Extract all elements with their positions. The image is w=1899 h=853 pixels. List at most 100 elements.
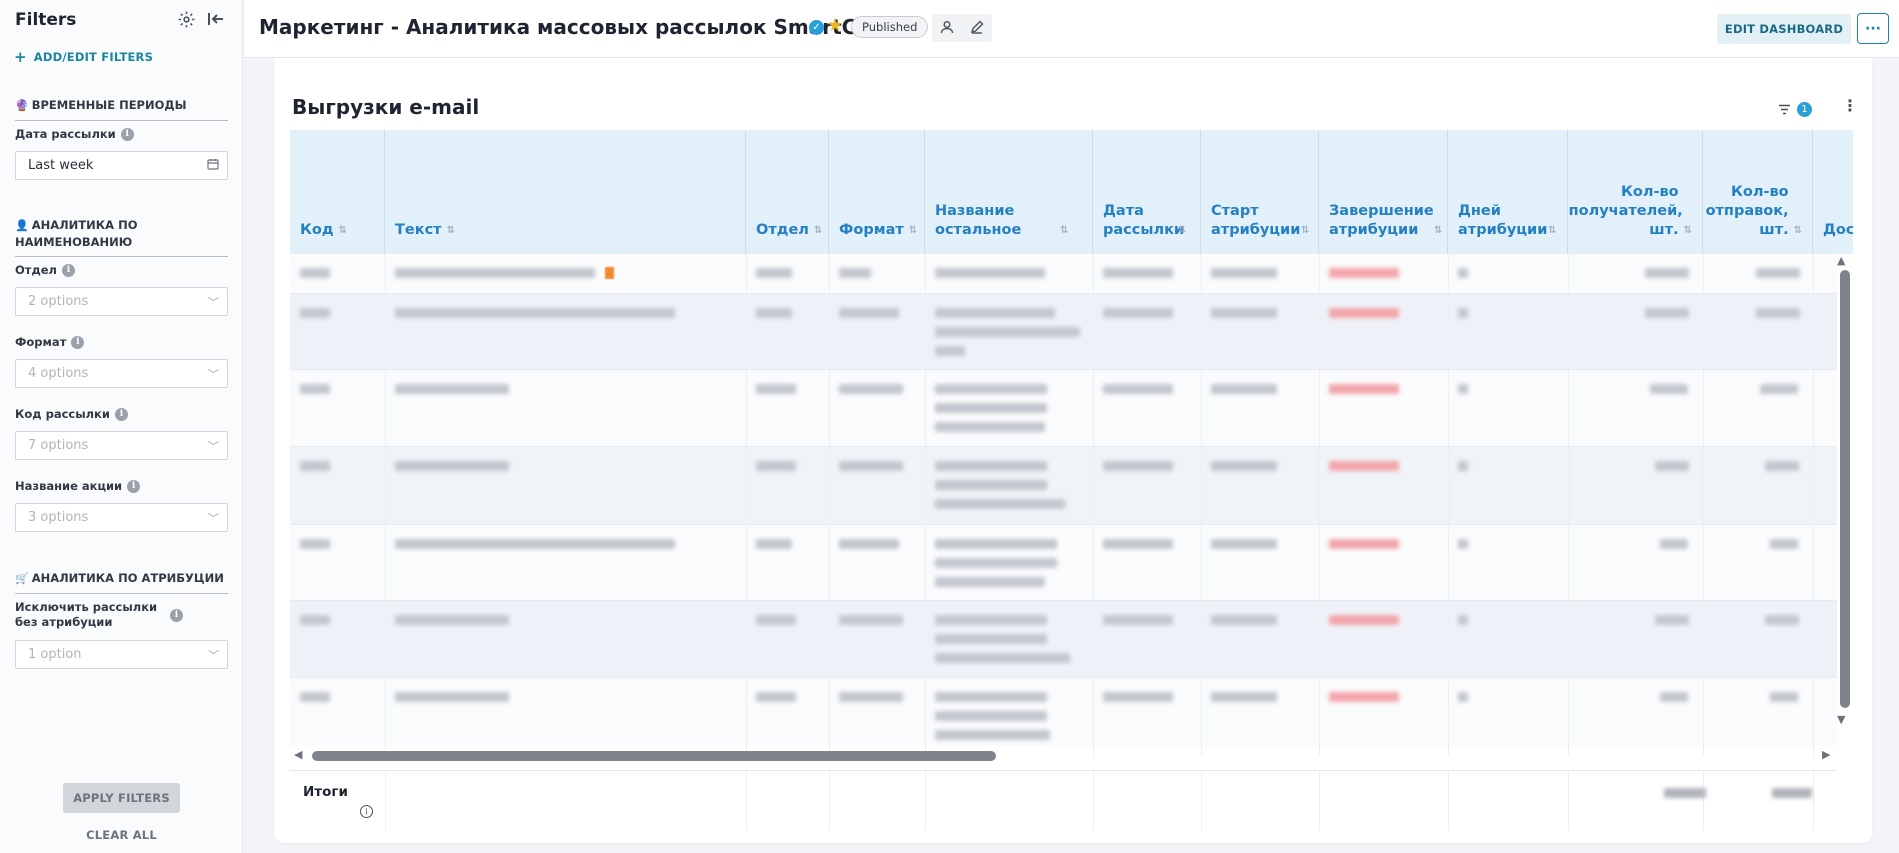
table-cell — [935, 384, 1047, 441]
table-cell — [1329, 308, 1399, 327]
table-cell — [1211, 615, 1277, 634]
table-cell — [395, 539, 675, 558]
info-icon[interactable]: i — [120, 128, 134, 141]
scroll-down-arrow-icon[interactable]: ▼ — [1837, 713, 1845, 726]
table-row[interactable] — [290, 370, 1837, 447]
table-cell — [935, 615, 1070, 672]
filter-label-text: Название акции — [15, 479, 123, 493]
section-time-periods: 🔮 ВРЕМЕННЫЕ ПЕРИОДЫ — [15, 97, 228, 121]
table-cell — [1458, 308, 1468, 327]
format-select[interactable]: 4 options ﹀ — [15, 359, 228, 388]
table-cell — [1103, 384, 1173, 403]
column-header[interactable]: Отдел ⇅ — [746, 130, 829, 254]
table-cell — [395, 615, 509, 634]
gear-icon[interactable] — [175, 8, 197, 30]
table-cell — [1770, 692, 1798, 711]
favorite-star-icon[interactable]: ★ — [827, 15, 843, 36]
edit-dashboard-button[interactable]: EDIT DASHBOARD — [1717, 14, 1851, 44]
sort-icon: ⇅ — [813, 225, 823, 236]
column-header[interactable]: Старт атрибуции ⇅ — [1201, 130, 1319, 254]
table-cell — [756, 461, 796, 480]
table-cell — [756, 539, 792, 558]
table-body — [290, 254, 1837, 746]
pencil-icon[interactable] — [970, 19, 984, 38]
table-cell — [300, 461, 330, 480]
column-header[interactable]: Дост — [1813, 130, 1853, 254]
info-icon[interactable]: i — [360, 805, 373, 818]
filter-label-text: Код рассылки — [15, 407, 110, 421]
mailing-code-select-value: 7 options — [28, 438, 89, 453]
promo-name-select-value: 3 options — [28, 510, 89, 525]
table-row[interactable] — [290, 601, 1837, 678]
chart-card: Выгрузки e-mail 1 ⋮ Код ⇅ Текст ⇅ Отдел ⇅ Ф… — [274, 58, 1872, 843]
sidebar-title: Filters — [15, 10, 77, 30]
filter-count-badge: 1 — [1797, 102, 1812, 117]
column-header[interactable]: Формат ⇅ — [829, 130, 925, 254]
add-edit-filters-button[interactable]: + ADD/EDIT FILTERS — [14, 48, 153, 66]
column-header[interactable]: Текст ⇅ — [385, 130, 746, 254]
table-cell — [1329, 384, 1399, 403]
table-cell — [935, 692, 1050, 746]
vertical-scrollbar[interactable] — [1840, 270, 1850, 708]
table-row[interactable] — [290, 447, 1837, 525]
department-select[interactable]: 2 options ﹀ — [15, 287, 228, 316]
info-icon[interactable]: i — [71, 336, 85, 349]
table-cell — [839, 692, 903, 711]
scroll-left-arrow-icon[interactable]: ◀ — [294, 748, 302, 761]
column-header-label: Формат — [839, 222, 904, 238]
table-cell — [1458, 268, 1468, 287]
table-cell — [300, 692, 330, 711]
table-cell — [1103, 461, 1173, 480]
table-cell — [1458, 384, 1468, 403]
table-row[interactable] — [290, 254, 1837, 294]
sort-icon: ⇅ — [1301, 225, 1310, 236]
exclude-no-attribution-select[interactable]: 1 option ﹀ — [15, 640, 228, 669]
table-row[interactable] — [290, 525, 1837, 601]
mailing-code-select[interactable]: 7 options ﹀ — [15, 431, 228, 460]
column-header[interactable]: Дата рассылки ⇅ — [1093, 130, 1201, 254]
column-header[interactable]: Кол-во отправок, шт. ⇅ — [1703, 130, 1813, 254]
data-table: Код ⇅ Текст ⇅ Отдел ⇅ Формат ⇅ Название оста… — [290, 130, 1853, 756]
column-header[interactable]: Код ⇅ — [290, 130, 385, 254]
column-header-label: Кол-во получателей, шт. — [1568, 184, 1683, 238]
table-cell — [1645, 308, 1689, 327]
filter-label-promo-name: Название акции i — [15, 479, 141, 494]
table-cell — [935, 268, 1045, 287]
column-header-label: Старт атрибуции — [1211, 203, 1301, 238]
info-icon[interactable]: i — [127, 480, 141, 493]
info-icon[interactable]: i — [114, 408, 128, 421]
column-header[interactable]: Кол-во получателей, шт. ⇅ — [1568, 130, 1703, 254]
column-header[interactable]: Завершение атрибуции ⇅ — [1319, 130, 1448, 254]
filter-label-department: Отдел i — [15, 263, 75, 278]
section-analytics-by-name: 👤 АНАЛИТИКА ПО НАИМЕНОВАНИЮ — [15, 217, 228, 257]
info-icon[interactable]: i — [61, 264, 75, 277]
collapse-sidebar-icon[interactable] — [205, 8, 227, 30]
clear-all-button[interactable]: CLEAR ALL — [63, 828, 180, 842]
table-row[interactable] — [290, 678, 1837, 746]
table-cell — [1329, 539, 1399, 558]
table-cell — [300, 308, 330, 327]
dashboard-header: Маркетинг - Аналитика массовых рассылок … — [244, 0, 1899, 58]
scroll-right-arrow-icon[interactable]: ▶ — [1822, 748, 1830, 761]
applied-filters-indicator[interactable]: 1 — [1778, 100, 1812, 119]
horizontal-scrollbar[interactable] — [312, 751, 996, 761]
scroll-up-arrow-icon[interactable]: ▲ — [1837, 254, 1845, 267]
table-cell — [1211, 268, 1277, 287]
promo-name-select[interactable]: 3 options ﹀ — [15, 503, 228, 532]
filter-label-text: Дата рассылки — [15, 127, 116, 141]
sort-icon: ⇅ — [338, 225, 347, 236]
totals-value — [1664, 788, 1706, 798]
column-header[interactable]: Дней атрибуции ⇅ — [1448, 130, 1568, 254]
table-cell — [1645, 268, 1689, 287]
info-icon[interactable]: i — [170, 608, 183, 622]
card-menu-icon[interactable]: ⋮ — [1842, 98, 1858, 114]
user-icon[interactable] — [940, 19, 954, 38]
apply-filters-button[interactable]: APPLY FILTERS — [63, 783, 180, 813]
table-row[interactable] — [290, 294, 1837, 370]
column-header[interactable]: Название остальное ⇅ — [925, 130, 1093, 254]
table-cell — [935, 461, 1065, 518]
sort-icon: ⇅ — [1683, 225, 1692, 236]
date-filter-input[interactable]: Last week — [15, 151, 228, 180]
more-options-button[interactable]: ··· — [1857, 13, 1889, 44]
status-badge[interactable]: Published — [851, 16, 929, 38]
